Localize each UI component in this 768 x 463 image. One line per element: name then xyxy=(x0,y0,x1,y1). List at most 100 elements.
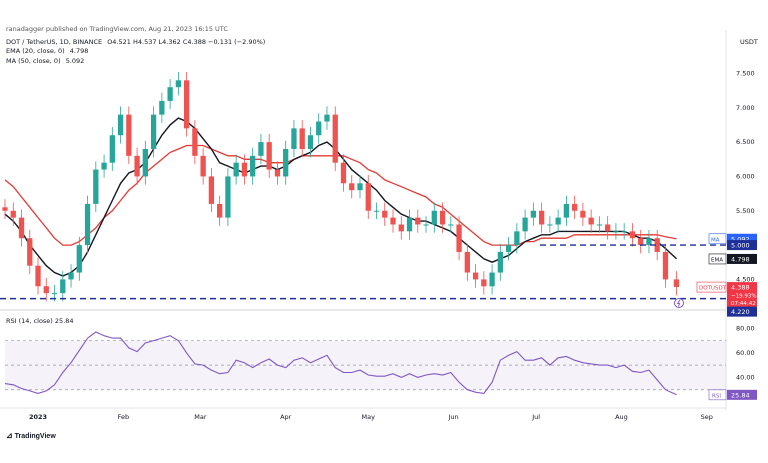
candle-body xyxy=(217,203,223,218)
candle-body xyxy=(547,224,553,226)
candle-body xyxy=(621,231,627,233)
ema-name-text: EMA xyxy=(711,257,723,263)
candle-body xyxy=(134,155,140,177)
candle-body xyxy=(382,210,388,218)
candle-body xyxy=(299,128,305,149)
candle-body xyxy=(489,272,495,287)
candle-body xyxy=(117,114,124,136)
candle-body xyxy=(415,217,421,225)
candle-body xyxy=(580,210,586,218)
candle-body xyxy=(588,217,594,225)
candle-body xyxy=(266,142,272,170)
alert-icon[interactable] xyxy=(674,298,684,308)
candle-body xyxy=(307,135,314,149)
candle-body xyxy=(183,80,190,129)
rsi-pane: 80.00 60.00 40.00 RSI 25.84 xyxy=(4,324,757,401)
candle-body xyxy=(225,176,231,218)
support-resistance-lines[interactable] xyxy=(0,244,726,300)
tradingview-icon: ⊿ xyxy=(6,431,13,440)
time-tick-label: Feb xyxy=(118,413,130,421)
candle-body xyxy=(76,245,82,273)
candle-body xyxy=(340,162,347,184)
candle-body xyxy=(406,217,413,232)
tradingview-logo[interactable]: ⊿ TradingView xyxy=(6,431,56,440)
level-5000-value-text: 5.000 xyxy=(731,242,750,250)
price-name-text: DOTUSDT xyxy=(699,286,727,292)
candle-body xyxy=(150,114,157,149)
time-tick-label: Jul xyxy=(531,413,540,421)
price-tick-label: 5.500 xyxy=(736,207,755,215)
candle-body xyxy=(283,148,289,177)
chart-window: ranadagger published on TradingView.com,… xyxy=(0,0,768,463)
candle-body xyxy=(530,210,537,218)
rsi-value-text: 25.84 xyxy=(731,391,750,399)
rsi-legend[interactable]: RSI (14, close) 25.84 xyxy=(6,317,74,325)
time-axis: 2023 Feb Mar Apr May Jun Jul Aug Sep xyxy=(0,407,726,421)
time-tick-label: Mar xyxy=(194,413,207,421)
candle-body xyxy=(60,279,66,294)
candle-body xyxy=(357,183,363,191)
candles[interactable] xyxy=(2,72,680,302)
candle-body xyxy=(274,169,281,177)
candle-body xyxy=(84,203,91,246)
brand-label: TradingView xyxy=(14,433,56,440)
candle-body xyxy=(538,210,545,225)
candle-body xyxy=(27,238,33,266)
time-tick-label: Jun xyxy=(447,413,458,421)
candle-body xyxy=(555,217,561,225)
candle-body xyxy=(332,114,338,163)
candle-body xyxy=(142,148,148,177)
candle-body xyxy=(646,238,652,246)
candle-body xyxy=(514,231,520,246)
ema-value-text: 4.798 xyxy=(731,255,750,263)
candle-body xyxy=(596,224,603,226)
time-tick-label: 2023 xyxy=(29,413,47,421)
rsi-value: 25.84 xyxy=(54,317,74,325)
candle-body xyxy=(167,87,173,101)
candle-body xyxy=(365,183,371,211)
candle-body xyxy=(522,217,528,232)
ema20-path xyxy=(4,117,677,277)
candle-body xyxy=(390,217,396,225)
candle-body xyxy=(638,238,644,246)
candle-body xyxy=(35,265,41,287)
rsi-tick-label: 60.00 xyxy=(736,349,755,357)
candle-body xyxy=(10,210,16,218)
time-tick-label: Aug xyxy=(615,413,628,421)
price-tick-label: 6.000 xyxy=(736,172,755,180)
candle-body xyxy=(233,162,239,177)
candle-body xyxy=(159,100,165,115)
candle-body xyxy=(431,210,437,225)
candle-body xyxy=(505,245,512,252)
candle-body xyxy=(398,224,404,232)
ma50-path xyxy=(4,144,677,246)
candle-body xyxy=(472,272,479,280)
candle-body xyxy=(572,203,578,211)
price-chart[interactable]: 7.5007.0006.5006.0005.5005.0004.500 USDT… xyxy=(0,0,768,463)
candle-body xyxy=(439,210,446,225)
time-tick-label: Apr xyxy=(280,413,292,421)
candle-body xyxy=(481,279,487,287)
ema-line xyxy=(4,117,677,277)
rsi-label: RSI (14, close) xyxy=(6,317,53,325)
candle-body xyxy=(68,272,74,280)
candle-body xyxy=(101,162,107,170)
candle-body xyxy=(373,210,380,212)
candle-body xyxy=(208,176,215,204)
candle-body xyxy=(605,224,611,232)
candle-body xyxy=(51,293,58,295)
price-change-text: −19.93% xyxy=(731,294,757,300)
candle-body xyxy=(662,251,669,280)
price-tick-label: 6.500 xyxy=(736,138,755,146)
candle-body xyxy=(93,169,99,204)
ma-line xyxy=(4,144,677,246)
candle-body xyxy=(629,231,636,239)
rsi-name-text: RSI xyxy=(712,393,721,399)
candle-body xyxy=(324,114,330,122)
time-tick-label: Sep xyxy=(701,413,713,421)
time-tick-label: May xyxy=(362,413,376,421)
candle-body xyxy=(175,80,182,88)
candle-body xyxy=(349,183,355,191)
candle-body xyxy=(497,251,503,273)
candle-body xyxy=(2,207,8,211)
